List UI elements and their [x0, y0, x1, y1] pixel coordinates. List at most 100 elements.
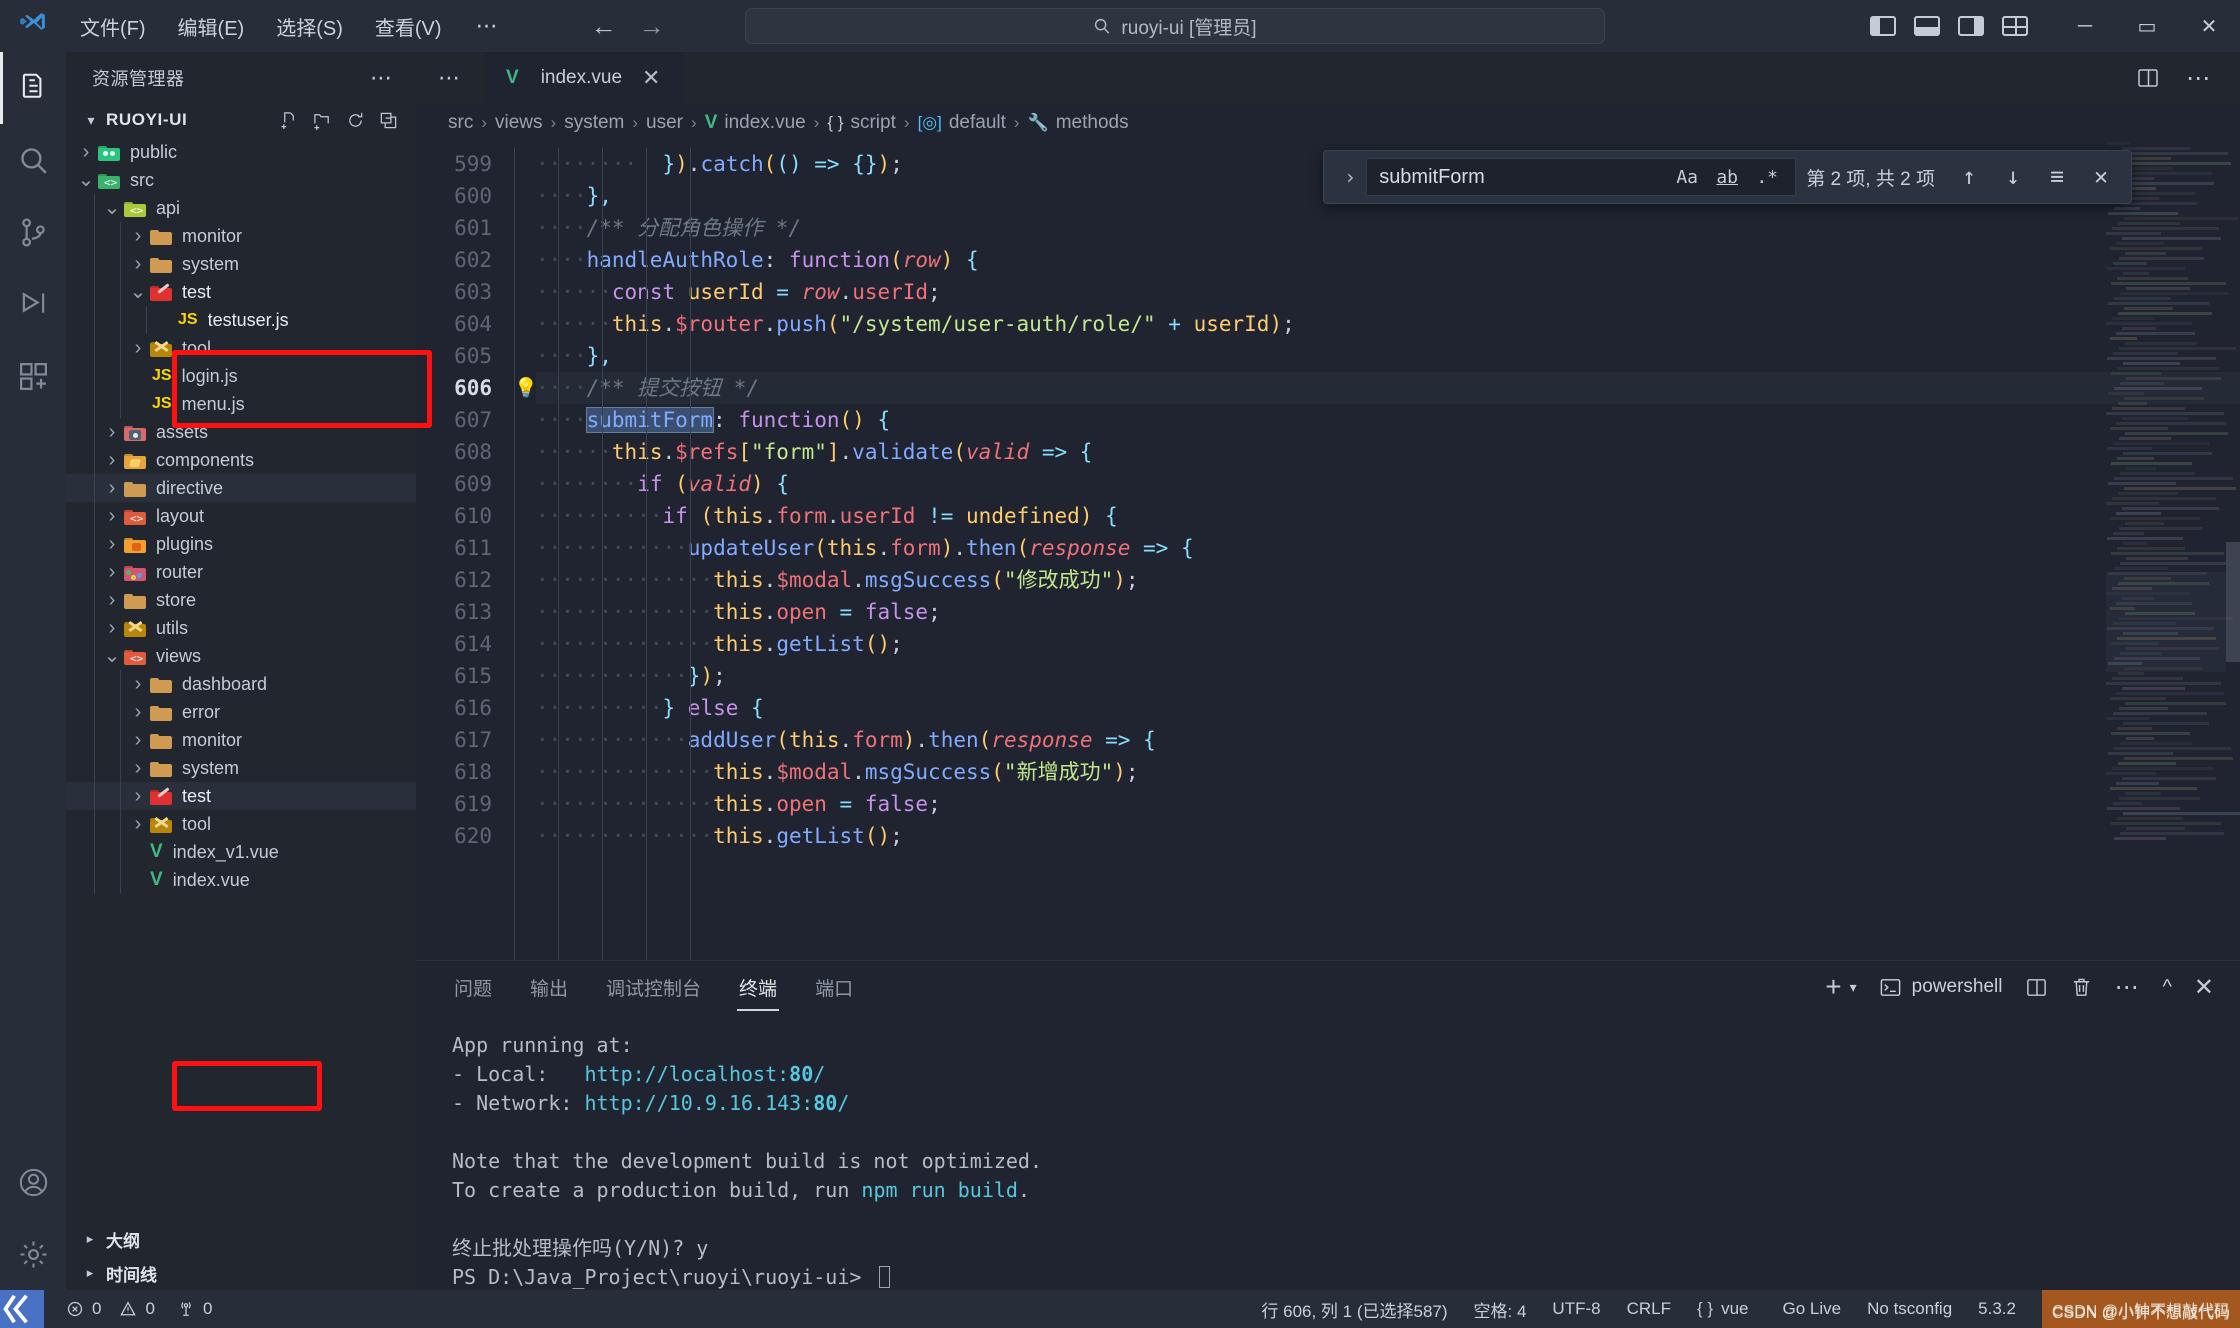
chevron-right-icon[interactable]: › [128, 785, 148, 808]
toggle-secondary-sidebar-icon[interactable] [1958, 16, 1984, 36]
panel-tabs[interactable]: 问题 输出 调试控制台 终端 端口 [452, 960, 889, 1015]
forward-arrow-icon[interactable]: → [636, 11, 668, 42]
more-actions-icon[interactable]: ⋯ [2186, 64, 2212, 93]
split-editor-icon[interactable] [2136, 66, 2160, 90]
find-widget[interactable]: › submitForm Aa ab .* 第 2 项, 共 2 项 ↑ ↓ ≡ [1323, 150, 2132, 204]
chevron-down-icon[interactable]: ⌄ [76, 170, 96, 190]
terminal-shell-selector[interactable]: powershell [1879, 976, 2003, 999]
chevron-right-icon[interactable]: › [102, 477, 122, 500]
code-line[interactable]: ····/** 分配角色操作 */ [536, 212, 2240, 244]
menu-more-button[interactable]: ⋯ [460, 11, 516, 41]
chevron-right-icon[interactable]: › [102, 589, 122, 612]
find-in-selection-icon[interactable]: ≡ [2043, 164, 2071, 190]
chevron-right-icon[interactable]: › [128, 225, 148, 248]
find-next-icon[interactable]: ↓ [1999, 164, 2027, 190]
tree-item-index-vue[interactable]: Vindex.vue [66, 866, 416, 894]
code-line[interactable]: ······const userId = row.userId; [536, 276, 2240, 308]
tree-item-test[interactable]: › test [66, 782, 416, 810]
cursor-position[interactable]: 行 606, 列 1 (已选择587) [1261, 1297, 1447, 1322]
chevron-down-icon[interactable]: ⌄ [102, 646, 122, 666]
new-folder-icon[interactable] [313, 111, 332, 130]
chevron-right-icon[interactable]: › [102, 421, 122, 444]
breadcrumb-item-script[interactable]: { } script [827, 112, 896, 134]
explorer-root-header[interactable]: ▾ RUOYI-UI [66, 104, 416, 136]
code-line[interactable]: ··········} else { [536, 692, 2240, 724]
tabs-more-button[interactable]: ⋯ [416, 52, 484, 104]
code-line[interactable]: ··············this.getList(); [536, 628, 2240, 660]
code-line[interactable]: ····handleAuthRole: function(row) { [536, 244, 2240, 276]
problems-status[interactable]: 0 0 [66, 1299, 155, 1319]
chevron-right-icon[interactable]: › [128, 813, 148, 836]
activity-accounts[interactable] [0, 1146, 66, 1218]
chevron-right-icon[interactable]: › [102, 449, 122, 472]
tree-item-assets[interactable]: › assets [66, 418, 416, 446]
toggle-primary-sidebar-icon[interactable] [1870, 16, 1896, 36]
layout-controls[interactable] [1870, 16, 2028, 36]
breadcrumb-item-default[interactable]: [◎] default [918, 112, 1006, 134]
use-regex-icon[interactable]: .* [1750, 161, 1784, 193]
tree-item-monitor[interactable]: › monitor [66, 222, 416, 250]
activity-explorer[interactable] [0, 52, 66, 124]
minimize-button[interactable]: ─ [2054, 0, 2116, 52]
chevron-right-icon[interactable]: › [1334, 165, 1366, 189]
sidebar-more-button[interactable]: ⋯ [370, 65, 394, 91]
code-line[interactable]: ··············this.$modal.msgSuccess("新增… [536, 756, 2240, 788]
breadcrumb-item-system[interactable]: system [564, 112, 624, 134]
tree-item-system[interactable]: › system [66, 754, 416, 782]
tree-item-tool[interactable]: › tool [66, 334, 416, 362]
tree-item-login-js[interactable]: JS login.js [66, 362, 416, 390]
breadcrumb-item-index-vue[interactable]: Vindex.vue [705, 112, 806, 134]
back-arrow-icon[interactable]: ← [588, 11, 620, 42]
tree-item-public[interactable]: › public [66, 138, 416, 166]
remote-window-button[interactable] [0, 1290, 44, 1328]
code-editor[interactable]: 599 600 601 602 603 604 605 606 607 608 609 610 611 6… [416, 142, 2240, 960]
breadcrumb[interactable]: src › views › system › user › Vindex.vue › { } scri… [416, 104, 2240, 142]
menu-view[interactable]: 查看(V) [361, 7, 456, 46]
find-buttons[interactable]: ↑ ↓ ≡ ✕ [1955, 164, 2131, 190]
breadcrumb-item-views[interactable]: views [495, 112, 543, 134]
chevron-right-icon[interactable]: › [102, 617, 122, 640]
breadcrumb-item-methods[interactable]: 🔧 methods [1028, 112, 1129, 134]
chevron-right-icon[interactable]: › [128, 253, 148, 276]
code-content[interactable]: ········ }).catch(() => {}); ····}, ····/*… [506, 142, 2240, 960]
code-line[interactable]: ············}); [536, 660, 2240, 692]
indentation[interactable]: 空格: 4 [1474, 1297, 1527, 1322]
maximize-button[interactable]: ▭ [2116, 0, 2178, 52]
tree-item-router[interactable]: › router [66, 558, 416, 586]
maximize-panel-icon[interactable]: ^ [2163, 976, 2172, 999]
tree-item-plugins[interactable]: › plugins [66, 530, 416, 558]
file-tree[interactable]: › public ⌄ <> src ⌄ <> api › monitor › system ⌄ test J… [66, 136, 416, 1222]
code-line[interactable]: ········if (valid) { [536, 468, 2240, 500]
activity-search[interactable] [0, 124, 66, 196]
close-panel-icon[interactable]: ✕ [2194, 973, 2214, 1002]
navigation-arrows[interactable]: ← → [588, 11, 668, 42]
go-live-button[interactable]: Go Live [1775, 1299, 1842, 1319]
chevron-right-icon[interactable]: › [102, 505, 122, 528]
tree-item-system[interactable]: › system [66, 250, 416, 278]
activity-source-control[interactable] [0, 196, 66, 268]
language-mode[interactable]: { } vue [1697, 1299, 1749, 1319]
collapse-all-icon[interactable] [379, 111, 398, 130]
match-case-icon[interactable]: Aa [1670, 161, 1704, 193]
tree-item-test[interactable]: ⌄ test [66, 278, 416, 306]
code-line[interactable]: ····/** 提交按钮 */ [536, 372, 2240, 404]
panel-tab-问题[interactable]: 问题 [452, 960, 494, 1015]
activity-run-debug[interactable] [0, 268, 66, 340]
panel-tab-终端[interactable]: 终端 [737, 960, 780, 1015]
chevron-down-icon[interactable]: ⌄ [128, 282, 148, 302]
tab-close-icon[interactable]: ✕ [642, 65, 660, 91]
code-line[interactable]: ····submitForm: function() { [536, 404, 2240, 436]
code-line[interactable]: ··············this.open = false; [536, 788, 2240, 820]
chevron-right-icon[interactable]: › [102, 561, 122, 584]
tree-item-utils[interactable]: › utils [66, 614, 416, 642]
tree-item-layout[interactable]: › <> layout [66, 502, 416, 530]
editor-scrollbar[interactable] [2226, 142, 2240, 960]
split-terminal-icon[interactable] [2025, 976, 2048, 999]
scrollbar-thumb[interactable] [2226, 542, 2240, 662]
chevron-down-icon[interactable]: ⌄ [102, 198, 122, 218]
find-close-icon[interactable]: ✕ [2087, 164, 2115, 190]
activity-extensions[interactable] [0, 340, 66, 412]
tree-item-components[interactable]: › components [66, 446, 416, 474]
chevron-right-icon[interactable]: › [76, 141, 96, 164]
tree-item-error[interactable]: › error [66, 698, 416, 726]
